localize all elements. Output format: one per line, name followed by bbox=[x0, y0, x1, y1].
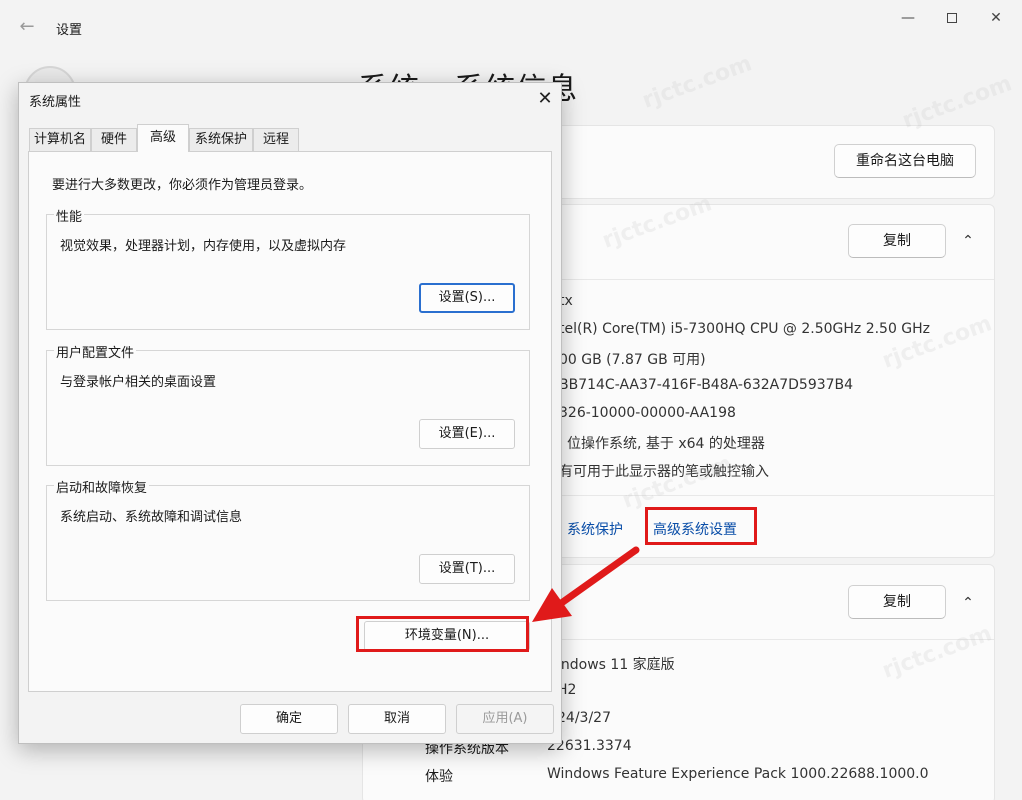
arrow-head bbox=[532, 588, 572, 622]
arrow-shaft bbox=[556, 546, 640, 608]
annotation-arrow bbox=[532, 546, 640, 622]
tab-advanced[interactable]: 高级 bbox=[137, 124, 189, 152]
